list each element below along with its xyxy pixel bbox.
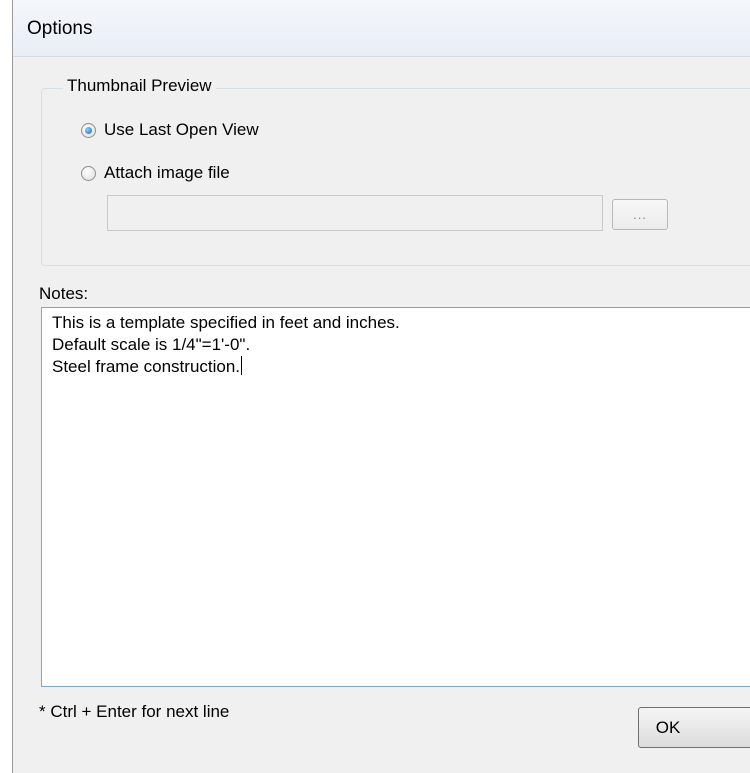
notes-line: This is a template specified in feet and… bbox=[52, 313, 400, 332]
window-title: Options bbox=[27, 18, 93, 39]
notes-textarea[interactable]: This is a template specified in feet and… bbox=[41, 307, 750, 687]
notes-line: Default scale is 1/4"=1'-0". bbox=[52, 335, 251, 354]
use-last-open-view-label: Use Last Open View bbox=[104, 120, 259, 139]
notes-line: Steel frame construction. bbox=[52, 356, 243, 376]
radio-unselected-icon[interactable] bbox=[81, 165, 96, 181]
attach-image-file-option[interactable]: Attach image file bbox=[81, 163, 230, 183]
ok-button[interactable]: OK bbox=[638, 707, 750, 748]
notes-label: Notes: bbox=[39, 284, 89, 303]
image-file-path-input[interactable] bbox=[107, 195, 603, 231]
use-last-open-view-option[interactable]: Use Last Open View bbox=[81, 120, 259, 140]
thumbnail-preview-legend: Thumbnail Preview bbox=[63, 76, 216, 96]
radio-selected-icon[interactable] bbox=[81, 122, 96, 138]
attach-image-file-label: Attach image file bbox=[104, 163, 230, 182]
browse-button[interactable]: ... bbox=[612, 199, 668, 230]
hint-text: * Ctrl + Enter for next line bbox=[39, 702, 230, 721]
title-bar[interactable]: Options bbox=[13, 0, 750, 57]
text-caret bbox=[241, 356, 243, 375]
options-dialog: Options Thumbnail Preview Use Last Open … bbox=[12, 0, 750, 773]
